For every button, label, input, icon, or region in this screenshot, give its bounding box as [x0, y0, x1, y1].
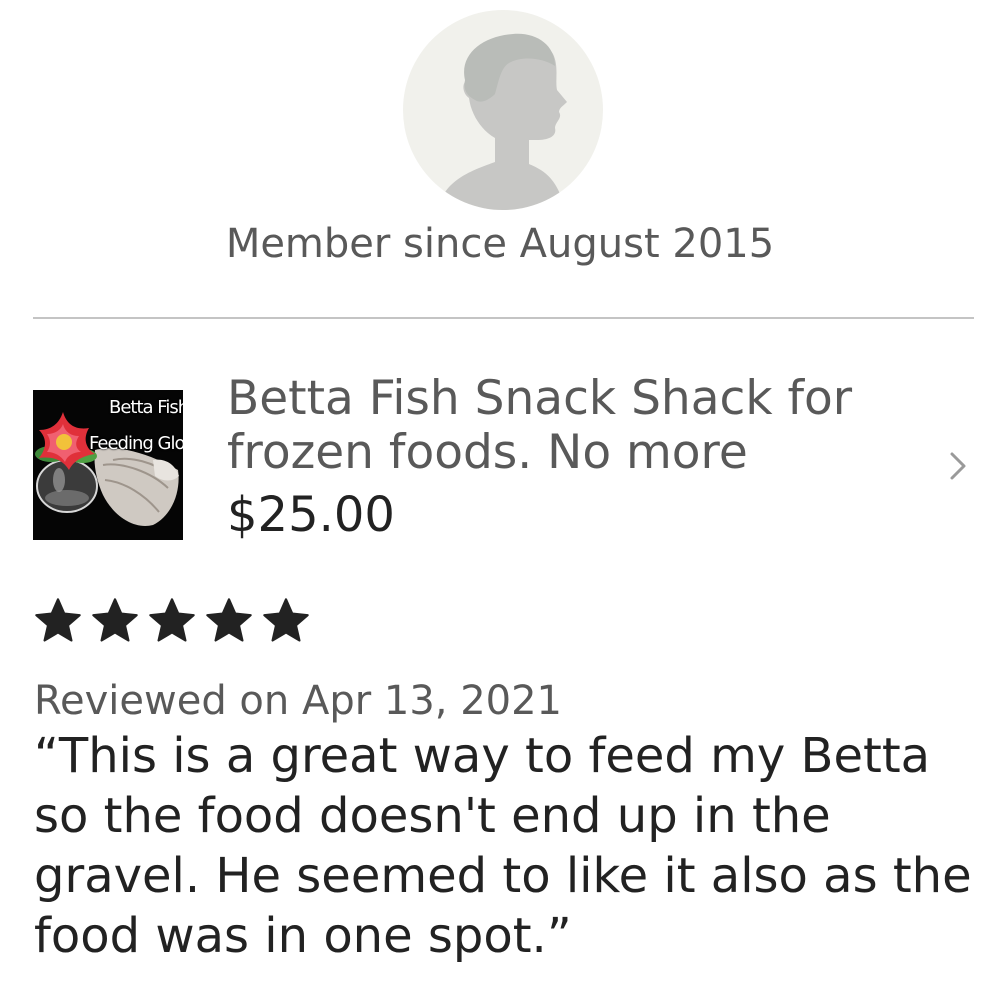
thumbnail-caption-line1: Betta Fish — [109, 397, 183, 418]
review-text: “This is a great way to feed my Betta so… — [34, 728, 972, 964]
star-icon — [35, 598, 81, 642]
star-rating — [32, 595, 312, 647]
divider — [33, 317, 974, 319]
listing-row[interactable]: Betta Fish Feeding Glob Betta Fish Snack… — [0, 360, 1000, 560]
avatar[interactable] — [403, 10, 603, 210]
star-icon — [206, 598, 252, 642]
star-icon — [149, 598, 195, 642]
star-icon — [92, 598, 138, 642]
thumbnail-caption-line2: Feeding Glob — [89, 433, 183, 454]
star-icon — [263, 598, 309, 642]
user-silhouette-icon — [438, 33, 567, 210]
review-date: Reviewed on Apr 13, 2021 — [34, 678, 563, 724]
member-since-text: Member since August 2015 — [225, 221, 775, 267]
chevron-right-icon[interactable] — [947, 448, 971, 484]
listing-price: $25.00 — [227, 487, 395, 543]
listing-title[interactable]: Betta Fish Snack Shack for frozen foods.… — [227, 372, 927, 480]
listing-thumbnail[interactable]: Betta Fish Feeding Glob — [33, 390, 183, 540]
